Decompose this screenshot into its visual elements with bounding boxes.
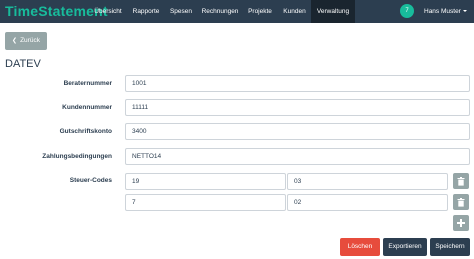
steuer-value-input[interactable]: 03	[287, 173, 448, 190]
trash-icon	[457, 177, 465, 186]
nav-rapporte[interactable]: Rapporte	[128, 0, 164, 23]
steuer-code-input[interactable]: 7	[125, 194, 286, 211]
kundennummer-input[interactable]: 11111	[125, 99, 470, 116]
beraternummer-input[interactable]: 1001	[125, 75, 470, 92]
nav-rechnungen[interactable]: Rechnungen	[198, 0, 242, 23]
save-button[interactable]: Speichern	[430, 238, 470, 256]
trash-icon	[457, 198, 465, 207]
steuer-value-input[interactable]: 02	[287, 194, 448, 211]
notification-badge[interactable]: 7	[400, 4, 414, 18]
gutschriftskonto-label: Gutschriftskonto	[59, 128, 112, 135]
add-row-button[interactable]	[453, 215, 469, 231]
back-button-label: Zurück	[20, 37, 40, 44]
delete-row-button[interactable]	[453, 194, 469, 210]
user-name: Hans Muster	[424, 8, 461, 15]
chevron-left-icon: ❮	[12, 38, 18, 44]
nav-verwaltung[interactable]: Verwaltung	[311, 0, 355, 23]
caret-down-icon	[462, 10, 467, 13]
zahlungsbedingungen-label: Zahlungsbedingungen	[42, 153, 112, 160]
user-menu[interactable]: Hans Muster	[424, 0, 467, 23]
page-title: DATEV	[5, 58, 41, 70]
delete-row-button[interactable]	[453, 173, 469, 189]
export-button[interactable]: Exportieren	[383, 238, 427, 256]
zahlungsbedingungen-input[interactable]: NETTO14	[125, 148, 470, 165]
gutschriftskonto-input[interactable]: 3400	[125, 123, 470, 140]
delete-button[interactable]: Löschen	[340, 238, 380, 256]
nav-uebersicht[interactable]: Übersicht	[89, 0, 127, 23]
kundennummer-label: Kundennummer	[62, 104, 112, 111]
back-button[interactable]: ❮ Zurück	[5, 32, 47, 50]
nav-projekte[interactable]: Projekte	[242, 0, 278, 23]
top-navbar: TimeStatement Übersicht Rapporte Spesen …	[0, 0, 474, 23]
nav-spesen[interactable]: Spesen	[164, 0, 198, 23]
steuer-codes-label: Steuer-Codes	[69, 177, 112, 184]
nav-kunden[interactable]: Kunden	[278, 0, 311, 23]
plus-icon	[457, 219, 465, 227]
steuer-code-input[interactable]: 19	[125, 173, 286, 190]
beraternummer-label: Beraternummer	[63, 80, 112, 87]
